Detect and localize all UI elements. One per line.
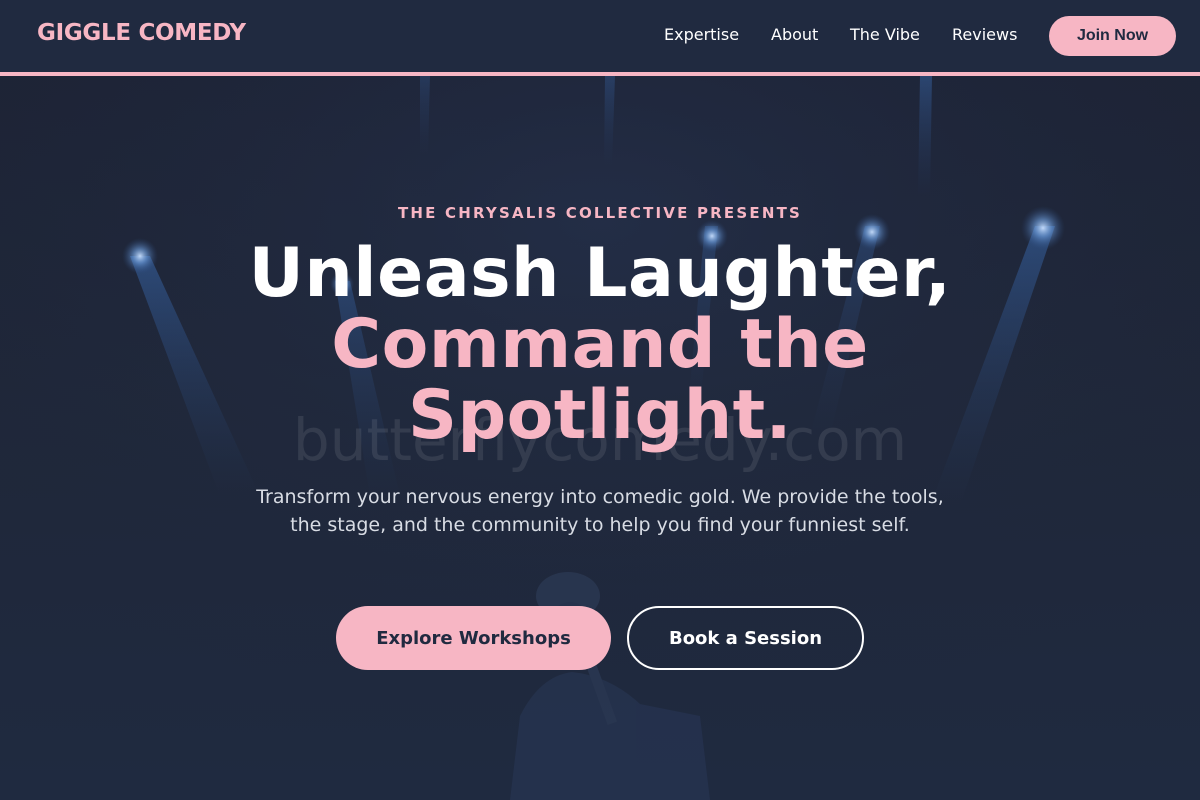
book-session-button[interactable]: Book a Session (627, 606, 864, 670)
hero-section: THE CHRYSALIS COLLECTIVE PRESENTS butter… (0, 76, 1200, 800)
site-logo[interactable]: GIGGLE COMEDY (37, 20, 246, 46)
hero-subtitle: Transform your nervous energy into comed… (256, 486, 944, 536)
site-header: GIGGLE COMEDY Expertise About The Vibe R… (0, 0, 1200, 76)
headline-line-2: Command the Spotlight. (331, 305, 869, 455)
nav-link-the-vibe[interactable]: The Vibe (850, 25, 920, 44)
join-now-button[interactable]: Join Now (1049, 16, 1176, 56)
nav-link-reviews[interactable]: Reviews (952, 25, 1017, 44)
nav-link-about[interactable]: About (771, 25, 818, 44)
hero-headline: Unleash Laughter, Command the Spotlight. (150, 238, 1050, 451)
hero-eyebrow: THE CHRYSALIS COLLECTIVE PRESENTS (397, 204, 803, 222)
nav-link-expertise[interactable]: Expertise (664, 25, 739, 44)
headline-line-1: Unleash Laughter, (248, 234, 952, 313)
explore-workshops-button[interactable]: Explore Workshops (336, 606, 611, 670)
